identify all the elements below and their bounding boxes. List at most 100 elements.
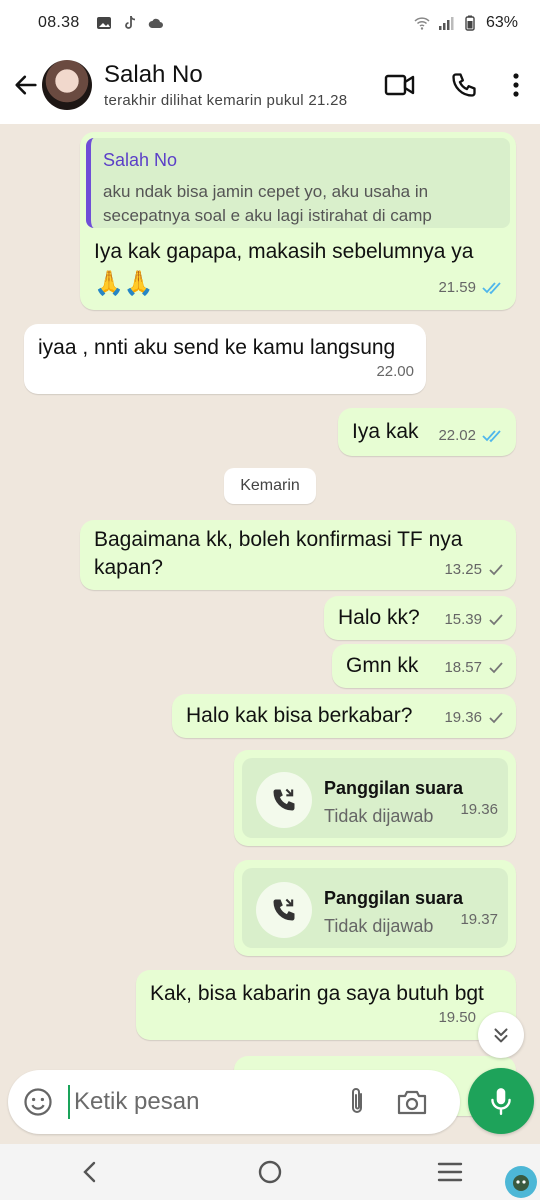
missed-call-bubble[interactable]: Panggilan suara Tidak dijawab 19.36	[234, 750, 516, 846]
date-divider: Kemarin	[224, 468, 316, 504]
call-title: Panggilan suara	[324, 888, 464, 908]
message-input[interactable]	[68, 1085, 318, 1119]
chat-header: Salah No terakhir dilihat kemarin pukul …	[0, 46, 540, 124]
message-time: 21.59	[438, 279, 476, 296]
message-time: 19.36	[444, 709, 482, 726]
avatar[interactable]	[42, 60, 92, 110]
call-card: Panggilan suara Tidak dijawab 19.36	[242, 758, 508, 838]
message-text: iyaa , nnti aku send ke kamu langsung	[38, 336, 396, 359]
microphone-icon	[491, 1088, 511, 1116]
call-button[interactable]	[256, 882, 312, 938]
call-title: Panggilan suara	[324, 778, 464, 798]
camera-button[interactable]	[394, 1085, 430, 1119]
contact-name: Salah No	[104, 61, 203, 88]
message-time: 22.00	[376, 363, 414, 380]
message-meta: 15.39	[444, 606, 504, 634]
message-meta: 18.57	[444, 654, 504, 682]
robot-face-icon	[513, 1175, 529, 1191]
message-text: Iya kak gapapa, makasih sebelumnya ya	[94, 240, 474, 263]
message-meta: 19.36	[444, 704, 504, 732]
battery-icon	[465, 15, 475, 31]
double-check-read-icon	[482, 430, 501, 443]
quoted-text-line: aku ndak bisa jamin cepet yo, aku usaha …	[103, 182, 429, 201]
compose-bar	[8, 1070, 460, 1134]
header-actions	[384, 71, 520, 99]
voice-record-button[interactable]	[468, 1068, 534, 1134]
system-nav-bar	[0, 1144, 540, 1200]
message-text: Halo kak bisa berkabar?	[186, 704, 413, 727]
missed-call-bubble[interactable]: Panggilan suara Tidak dijawab 19.37	[234, 860, 516, 956]
message-time: 19.50	[438, 1009, 476, 1026]
message-bubble-outgoing[interactable]: Gmn kk 18.57	[332, 644, 516, 688]
chevron-left-icon	[83, 1161, 96, 1183]
tiktok-icon	[124, 15, 135, 29]
emoji-button[interactable]	[22, 1086, 54, 1118]
message-meta: 22.02	[438, 422, 504, 450]
message-time: 15.39	[444, 611, 482, 628]
quoted-text-line: secepatnya soal e aku lagi istirahat di …	[103, 206, 432, 225]
call-button[interactable]	[256, 772, 312, 828]
quoted-sender: Salah No	[103, 150, 178, 170]
call-time: 19.36	[460, 801, 498, 818]
call-card: Panggilan suara Tidak dijawab 19.37	[242, 868, 508, 948]
quoted-message[interactable]: Salah No aku ndak bisa jamin cepet yo, a…	[86, 138, 510, 228]
notification-icons	[96, 15, 164, 31]
message-text: Iya kak	[352, 420, 419, 443]
system-icons: 63%	[414, 14, 518, 32]
message-meta: 22.00	[376, 358, 414, 386]
message-time: 22.02	[438, 427, 476, 444]
chat-area[interactable]: Salah No aku ndak bisa jamin cepet yo, a…	[0, 124, 540, 1144]
message-emoji: 🙏🙏	[94, 270, 154, 297]
message-time: 18.57	[444, 659, 482, 676]
image-icon	[96, 17, 111, 29]
message-bubble-incoming[interactable]: iyaa , nnti aku send ke kamu langsung 22…	[24, 324, 426, 394]
status-bar: 08.38 63%	[0, 0, 540, 46]
check-sent-icon	[489, 712, 503, 724]
nav-recents-button[interactable]	[420, 1148, 480, 1196]
call-status: Tidak dijawab	[324, 806, 434, 826]
check-sent-icon	[489, 564, 503, 576]
message-text: Gmn kk	[346, 654, 419, 677]
message-bubble-outgoing[interactable]: Iya kak 22.02	[338, 408, 516, 456]
message-meta: 19.50	[438, 1004, 476, 1032]
message-meta: 13.25	[444, 556, 504, 584]
double-check-read-icon	[482, 282, 501, 295]
back-arrow-icon	[15, 75, 37, 95]
scroll-to-bottom-button[interactable]	[478, 1012, 524, 1058]
home-circle-icon	[258, 1160, 282, 1184]
nav-back-button[interactable]	[60, 1148, 120, 1196]
message-bubble-outgoing[interactable]: Bagaimana kk, boleh konfirmasi TF nya ka…	[80, 520, 516, 590]
attach-button[interactable]	[342, 1085, 372, 1119]
missed-call-icon	[273, 898, 295, 921]
video-call-icon[interactable]	[384, 72, 416, 98]
check-sent-icon	[489, 614, 503, 626]
more-vert-icon[interactable]	[512, 72, 520, 98]
assistant-bubble-icon[interactable]	[505, 1166, 537, 1198]
battery-percent: 63%	[485, 14, 518, 31]
last-seen: terakhir dilihat kemarin pukul 21.28	[104, 92, 348, 109]
phone-icon[interactable]	[450, 71, 478, 99]
message-time: 13.25	[444, 561, 482, 578]
message-bubble-outgoing[interactable]: Halo kk? 15.39	[324, 596, 516, 640]
emoji-icon	[24, 1088, 52, 1116]
wifi-icon	[414, 17, 430, 30]
camera-icon	[397, 1090, 427, 1115]
cloud-icon	[148, 18, 163, 28]
contact-info[interactable]: Salah No terakhir dilihat kemarin pukul …	[104, 61, 354, 109]
missed-call-icon	[273, 788, 295, 811]
paperclip-icon	[352, 1088, 362, 1113]
double-chevron-down-icon	[494, 1028, 508, 1043]
signal-icon	[438, 17, 454, 30]
message-meta: 21.59	[438, 274, 504, 302]
message-bubble-outgoing[interactable]: Halo kak bisa berkabar? 19.36	[172, 694, 516, 738]
status-time: 08.38	[38, 14, 80, 31]
check-sent-icon	[489, 662, 503, 674]
message-text: Bagaimana kk, boleh konfirmasi TF nya ka…	[94, 528, 463, 579]
call-time: 19.37	[460, 911, 498, 928]
message-text: Kak, bisa kabarin ga saya butuh bgt	[150, 982, 484, 1005]
message-text: Halo kk?	[338, 606, 420, 629]
nav-home-button[interactable]	[240, 1148, 300, 1196]
message-bubble-outgoing[interactable]: Salah No aku ndak bisa jamin cepet yo, a…	[80, 132, 516, 310]
message-bubble-outgoing[interactable]: Kak, bisa kabarin ga saya butuh bgt 19.5…	[136, 970, 516, 1040]
menu-lines-icon	[437, 1162, 463, 1182]
